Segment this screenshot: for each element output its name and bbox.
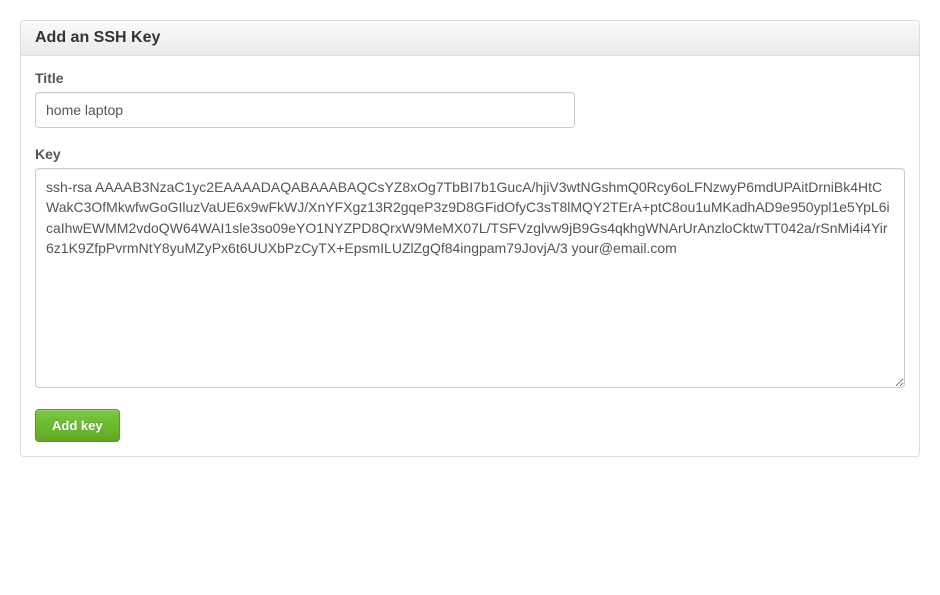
title-label: Title [35, 70, 905, 86]
title-form-group: Title [35, 70, 905, 128]
panel-body: Title Key ssh-rsa AAAAB3NzaC1yc2EAAAADAQ… [21, 56, 919, 456]
key-label: Key [35, 146, 905, 162]
panel-header: Add an SSH Key [21, 21, 919, 56]
key-textarea[interactable]: ssh-rsa AAAAB3NzaC1yc2EAAAADAQABAAABAQCs… [35, 168, 905, 388]
key-form-group: Key ssh-rsa AAAAB3NzaC1yc2EAAAADAQABAAAB… [35, 146, 905, 391]
title-input[interactable] [35, 92, 575, 128]
add-key-button[interactable]: Add key [35, 409, 120, 442]
add-ssh-key-panel: Add an SSH Key Title Key ssh-rsa AAAAB3N… [20, 20, 920, 457]
panel-title: Add an SSH Key [35, 29, 905, 47]
